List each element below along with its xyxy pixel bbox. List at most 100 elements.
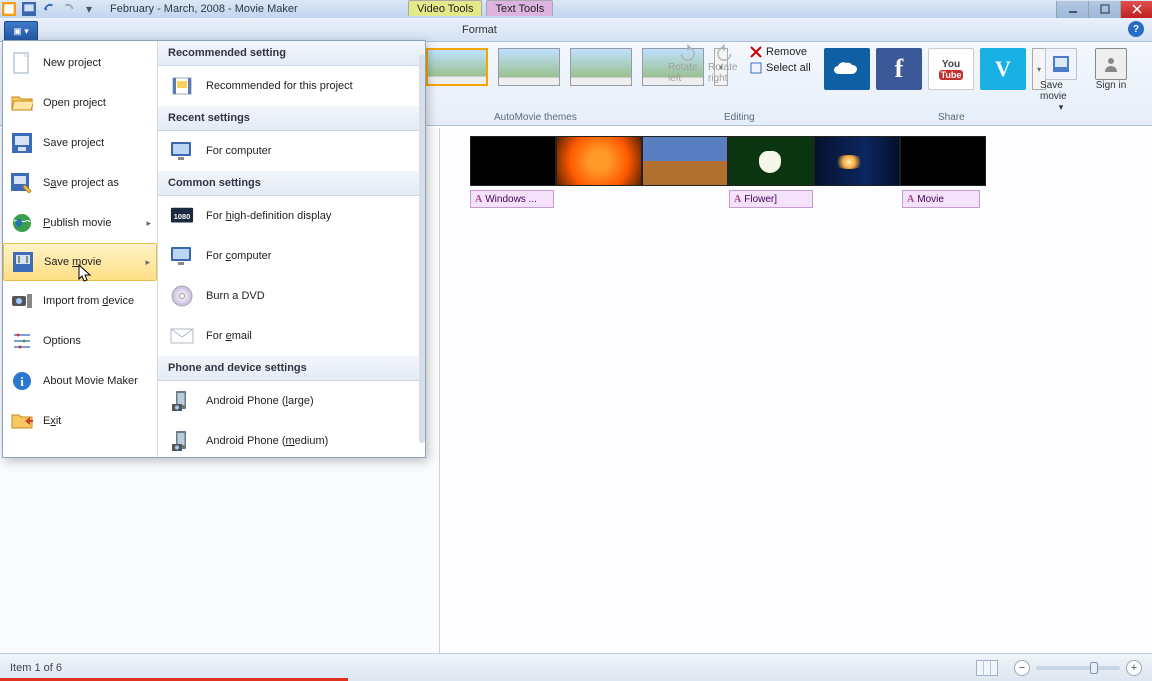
file-menu-label: Save project xyxy=(43,137,104,149)
submenu-option-label: For email xyxy=(206,330,252,342)
remove-button[interactable]: Remove xyxy=(750,46,822,58)
file-menu-label: Save project as xyxy=(43,177,119,189)
submenu-header: Common settings xyxy=(158,171,425,196)
clip-1[interactable] xyxy=(470,136,556,186)
submenu-option[interactable]: Android Phone (large) xyxy=(158,381,425,421)
email-icon xyxy=(170,324,194,348)
monitor-icon xyxy=(170,139,194,163)
clip-strip xyxy=(470,136,986,186)
timeline-pane[interactable]: AWindows ... AFlower] AMovie xyxy=(440,128,1152,653)
save-movie-ribbon[interactable]: Save movie ▾ xyxy=(1040,48,1082,113)
file-menu-label: Exit xyxy=(43,415,61,427)
thumbnail-size-button[interactable] xyxy=(976,660,998,676)
exit-icon xyxy=(11,410,33,432)
submenu-option[interactable]: Android Phone (medium) xyxy=(158,421,425,457)
file-menu-options[interactable]: Options xyxy=(3,321,157,361)
window-title: February - March, 2008 - Movie Maker xyxy=(110,3,298,15)
theme-thumb-1[interactable] xyxy=(426,48,488,86)
submenu-option[interactable]: Burn a DVD xyxy=(158,276,425,316)
qat-redo[interactable] xyxy=(62,2,76,16)
title-caption-3[interactable]: AMovie xyxy=(902,190,980,208)
group-label-editing: Editing xyxy=(724,112,755,123)
share-facebook[interactable]: f xyxy=(876,48,922,90)
file-menu-new-project[interactable]: New project xyxy=(3,43,157,83)
file-menu-label: Publish movie xyxy=(43,217,111,229)
sign-in-button[interactable]: Sign in xyxy=(1090,48,1132,113)
file-menu-publish-movie[interactable]: Publish movie▸ xyxy=(3,203,157,243)
minimize-button[interactable] xyxy=(1056,1,1088,18)
window-controls xyxy=(1056,1,1152,18)
svg-text:i: i xyxy=(20,374,24,389)
zoom-slider[interactable] xyxy=(1036,666,1120,670)
submenu-scrollbar[interactable] xyxy=(419,55,425,443)
publish-movie-icon xyxy=(11,212,33,234)
title-caption-1[interactable]: AWindows ... xyxy=(470,190,554,208)
about-icon: i xyxy=(11,370,33,392)
qat-undo[interactable] xyxy=(42,2,56,16)
svg-text:1080: 1080 xyxy=(174,212,190,221)
import-device-icon xyxy=(11,290,33,312)
clip-4[interactable] xyxy=(728,136,814,186)
ctx-tab-video[interactable]: Video Tools xyxy=(408,0,482,16)
theme-thumb-2[interactable] xyxy=(498,48,560,86)
submenu-header: Phone and device settings xyxy=(158,356,425,381)
group-label-share: Share xyxy=(938,112,965,123)
save-movie-drop-icon: ▾ xyxy=(1059,102,1064,113)
rotate-left-button: Rotate left xyxy=(668,44,704,84)
qat-app-icon[interactable] xyxy=(2,2,16,16)
save-movie-icon xyxy=(12,251,34,273)
clip-3[interactable] xyxy=(642,136,728,186)
submenu-option-label: Burn a DVD xyxy=(206,290,265,302)
group-label-themes: AutoMovie themes xyxy=(494,112,577,123)
submenu-option-label: Recommended for this project xyxy=(206,80,353,92)
file-menu-import-device[interactable]: Import from device xyxy=(3,281,157,321)
status-text: Item 1 of 6 xyxy=(10,662,62,674)
title-bar: ▾ February - March, 2008 - Movie Maker V… xyxy=(0,0,1152,18)
dvd-icon xyxy=(170,284,194,308)
theme-thumb-3[interactable] xyxy=(570,48,632,86)
submenu-header: Recent settings xyxy=(158,106,425,131)
file-menu-save-project[interactable]: Save project xyxy=(3,123,157,163)
file-menu-label: Options xyxy=(43,335,81,347)
file-menu-save-project-as[interactable]: Save project as xyxy=(3,163,157,203)
submenu-option[interactable]: 1080For high-definition display xyxy=(158,196,425,236)
share-vimeo[interactable]: V xyxy=(980,48,1026,90)
clip-6[interactable] xyxy=(900,136,986,186)
zoom-out-button[interactable]: − xyxy=(1014,660,1030,676)
file-menu-left: New project Open project Save project Save … xyxy=(3,41,157,457)
submenu-option[interactable]: For email xyxy=(158,316,425,356)
share-onedrive[interactable] xyxy=(824,48,870,90)
file-menu-about[interactable]: iAbout Movie Maker xyxy=(3,361,157,401)
contextual-tabs: Video Tools Text Tools xyxy=(408,0,553,16)
file-menu-dropdown: New project Open project Save project Save … xyxy=(2,40,426,458)
file-menu-exit[interactable]: Exit xyxy=(3,401,157,441)
submenu-option[interactable]: For computer xyxy=(158,236,425,276)
ctx-tab-text[interactable]: Text Tools xyxy=(486,0,553,16)
rotate-group: Rotate left Rotate right xyxy=(668,44,744,84)
phone-icon xyxy=(170,389,194,413)
submenu-option[interactable]: For computer xyxy=(158,131,425,171)
submenu-header: Recommended setting xyxy=(158,41,425,66)
close-button[interactable] xyxy=(1120,1,1152,18)
file-menu-save-movie[interactable]: Save movie▸ xyxy=(3,243,157,281)
quick-access-toolbar: ▾ xyxy=(2,2,96,16)
clip-5[interactable] xyxy=(814,136,900,186)
maximize-button[interactable] xyxy=(1088,1,1120,18)
title-caption-2[interactable]: AFlower] xyxy=(729,190,813,208)
file-menu-label: Open project xyxy=(43,97,106,109)
new-project-icon xyxy=(11,52,33,74)
zoom-in-button[interactable]: + xyxy=(1126,660,1142,676)
select-all-button[interactable]: Select all xyxy=(750,62,822,74)
file-tab[interactable]: ▣ ▾ xyxy=(4,21,38,41)
qat-save[interactable] xyxy=(22,2,36,16)
share-youtube[interactable]: YouTube xyxy=(928,48,974,90)
file-menu-label: New project xyxy=(43,57,101,69)
tab-format[interactable]: Format xyxy=(452,19,507,41)
submenu-option[interactable]: Recommended for this project xyxy=(158,66,425,106)
clip-2[interactable] xyxy=(556,136,642,186)
qat-customize[interactable]: ▾ xyxy=(82,2,96,16)
file-menu-right: Recommended setting Recommended for this … xyxy=(157,41,425,457)
options-icon xyxy=(11,330,33,352)
help-icon[interactable]: ? xyxy=(1128,21,1144,37)
file-menu-open-project[interactable]: Open project xyxy=(3,83,157,123)
